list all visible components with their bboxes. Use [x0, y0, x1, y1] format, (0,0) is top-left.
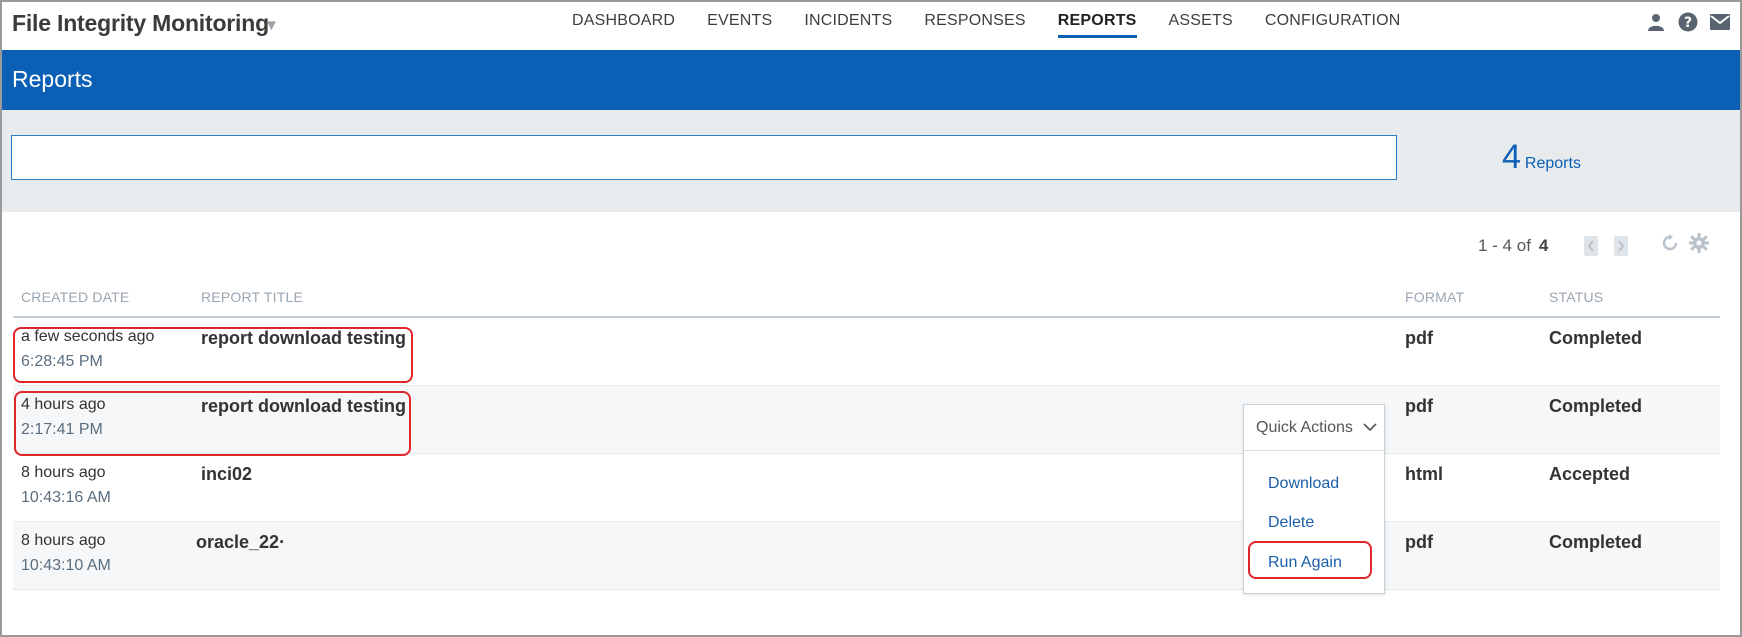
nav-responses[interactable]: RESPONSES [924, 2, 1025, 50]
nav-events[interactable]: EVENTS [707, 2, 772, 50]
report-status: Accepted [1549, 464, 1631, 484]
mail-icon[interactable] [1710, 12, 1730, 32]
report-title[interactable]: inci02 [201, 464, 252, 485]
created-relative: 4 hours ago [21, 396, 106, 413]
search-band: 4 Reports [2, 110, 1740, 212]
nav-dashboard[interactable]: DASHBOARD [572, 2, 675, 50]
report-status: Completed [1549, 396, 1643, 416]
created-time: 6:28:45 PM [21, 353, 103, 370]
table-header: CREATED DATE REPORT TITLE FORMAT STATUS [13, 280, 1720, 318]
app-title: File Integrity Monitoring [12, 10, 269, 36]
report-format: pdf [1405, 532, 1433, 552]
quick-actions-label: Quick Actions [1256, 418, 1353, 436]
quick-actions-menu: Quick Actions Download Delete Run Again [1243, 404, 1385, 594]
table-row[interactable]: 8 hours ago 10:43:16 AM inci02 html Acce… [13, 454, 1720, 522]
nav-assets[interactable]: ASSETS [1169, 2, 1233, 50]
gear-icon[interactable] [1688, 232, 1710, 259]
nav-reports[interactable]: REPORTS [1057, 2, 1137, 50]
report-title[interactable]: report download testing [201, 328, 406, 349]
main-nav: DASHBOARD EVENTS INCIDENTS RESPONSES REP… [572, 2, 1433, 50]
created-time: 2:17:41 PM [21, 421, 103, 438]
reports-table: CREATED DATE REPORT TITLE FORMAT STATUS … [13, 280, 1720, 590]
top-icons: ? [1646, 12, 1730, 32]
nav-incidents[interactable]: INCIDENTS [804, 2, 892, 50]
nav-configuration[interactable]: CONFIGURATION [1265, 2, 1401, 50]
pagination-range: 1 - 4 of [1478, 235, 1531, 255]
report-count-label: Reports [1524, 155, 1581, 172]
chevron-down-icon [1363, 419, 1377, 437]
column-report-title[interactable]: REPORT TITLE [201, 289, 303, 305]
report-count-number: 4 [1502, 138, 1521, 176]
svg-text:?: ? [1684, 15, 1692, 31]
created-time: 10:43:10 AM [21, 557, 111, 574]
report-count: 4 Reports [1502, 138, 1581, 177]
table-row[interactable]: a few seconds ago 6:28:45 PM report down… [13, 318, 1720, 386]
column-status[interactable]: STATUS [1549, 289, 1603, 305]
report-format: pdf [1405, 396, 1433, 416]
pagination: 1 - 4 of 4 [1478, 232, 1710, 259]
user-icon[interactable] [1646, 12, 1666, 32]
page-title: Reports [12, 66, 93, 92]
quick-actions-button[interactable]: Quick Actions [1244, 405, 1384, 451]
created-relative: a few seconds ago [21, 328, 155, 345]
run-again-menu-item[interactable]: Run Again [1268, 554, 1342, 572]
search-input[interactable] [11, 135, 1397, 180]
next-page-icon[interactable] [1614, 235, 1629, 256]
app-window: File Integrity Monitoring ▼ DASHBOARD EV… [0, 0, 1742, 637]
prev-page-icon[interactable] [1584, 235, 1599, 256]
table-row[interactable]: 4 hours ago 2:17:41 PM report download t… [13, 386, 1720, 454]
refresh-icon[interactable] [1660, 233, 1680, 258]
column-created-date[interactable]: CREATED DATE [21, 289, 129, 305]
created-relative: 8 hours ago [21, 532, 106, 549]
page-header: Reports [2, 50, 1740, 110]
created-relative: 8 hours ago [21, 464, 106, 481]
report-title[interactable]: report download testing [201, 396, 406, 417]
report-status: Completed [1549, 532, 1643, 552]
download-menu-item[interactable]: Download [1268, 475, 1339, 493]
column-format[interactable]: FORMAT [1405, 289, 1464, 305]
created-time: 10:43:16 AM [21, 489, 111, 506]
app-switcher-caret-icon[interactable]: ▼ [264, 17, 279, 34]
report-status: Completed [1549, 328, 1643, 348]
table-row[interactable]: 8 hours ago 10:43:10 AM oracle_22· pdf C… [13, 522, 1720, 590]
pagination-total: 4 [1538, 235, 1549, 255]
report-format: pdf [1405, 328, 1433, 348]
report-format: html [1405, 464, 1443, 484]
help-icon[interactable]: ? [1678, 12, 1698, 32]
report-title[interactable]: oracle_22· [196, 532, 285, 553]
delete-menu-item[interactable]: Delete [1268, 514, 1314, 532]
top-bar: File Integrity Monitoring ▼ DASHBOARD EV… [2, 2, 1740, 50]
